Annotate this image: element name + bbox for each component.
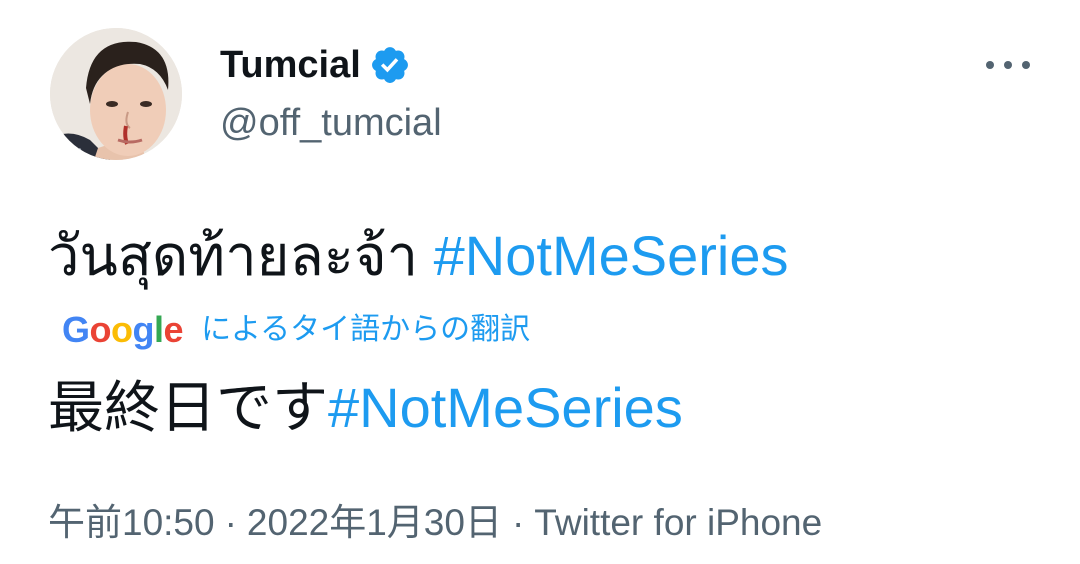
- author-name-row: Tumcial: [220, 38, 411, 92]
- separator: ·: [511, 502, 525, 543]
- tweet-source[interactable]: Twitter for iPhone: [534, 502, 822, 543]
- avatar[interactable]: [50, 28, 182, 160]
- dot: [986, 61, 994, 69]
- translated-text: 最終日です#NotMeSeries: [48, 372, 683, 444]
- separator: ·: [224, 502, 237, 543]
- tweet-date[interactable]: 2022年1月30日: [247, 502, 502, 543]
- dot: [1004, 61, 1012, 69]
- tweet-hashtag-link[interactable]: #NotMeSeries: [434, 224, 789, 287]
- translation-label[interactable]: によるタイ語からの翻訳: [201, 306, 530, 354]
- translation-attribution: Google によるタイ語からの翻訳: [62, 306, 530, 354]
- verified-badge-icon: [369, 44, 411, 86]
- google-logo: Google: [62, 309, 184, 350]
- tweet-body: วันสุดท้ายละจ้า: [48, 224, 434, 287]
- more-options-icon[interactable]: [986, 58, 1030, 72]
- tweet-card: Tumcial @off_tumcial วันสุดท้ายละจ้า #No…: [0, 0, 1080, 564]
- author-display-name[interactable]: Tumcial: [220, 38, 361, 92]
- avatar-image: [50, 28, 182, 160]
- tweet-text: วันสุดท้ายละจ้า #NotMeSeries: [48, 220, 788, 292]
- author-handle[interactable]: @off_tumcial: [220, 96, 442, 150]
- translated-hashtag-link[interactable]: #NotMeSeries: [328, 376, 683, 439]
- tweet-time[interactable]: 午前10:50: [48, 502, 215, 543]
- dot: [1022, 61, 1030, 69]
- translated-body: 最終日です: [48, 376, 328, 439]
- tweet-metadata: 午前10:50 · 2022年1月30日 · Twitter for iPhone: [48, 496, 822, 550]
